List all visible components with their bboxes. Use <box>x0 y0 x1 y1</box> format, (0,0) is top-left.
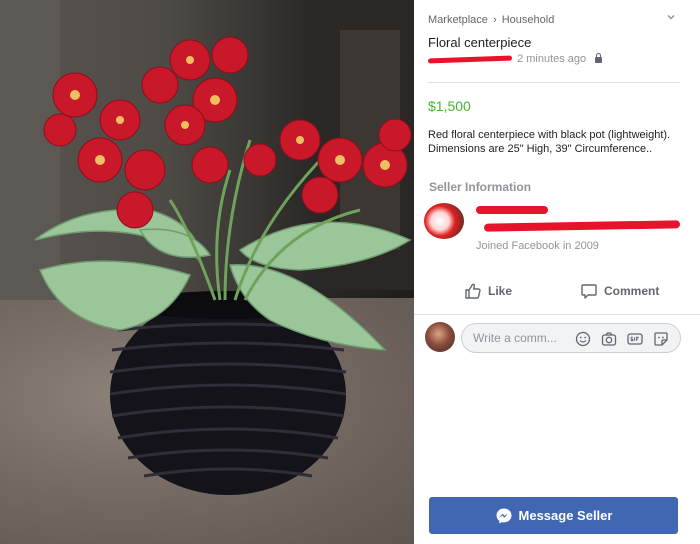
comment-label: Comment <box>604 284 660 298</box>
centerpiece-illustration <box>0 0 414 495</box>
seller-detail-redaction <box>483 220 681 232</box>
comment-input[interactable] <box>473 331 568 345</box>
posted-time: 2 minutes ago <box>517 53 587 65</box>
action-bar: Like Comment <box>414 282 700 308</box>
message-seller-button[interactable]: Message Seller <box>429 497 678 534</box>
seller-heading: Seller Information <box>429 180 532 194</box>
breadcrumb-marketplace[interactable]: Marketplace <box>428 14 488 26</box>
lock-icon <box>595 53 603 63</box>
like-icon <box>465 283 481 299</box>
listing-price: $1,500 <box>428 98 471 114</box>
messenger-icon <box>496 508 512 523</box>
comment-button[interactable]: Comment <box>580 282 659 300</box>
like-label: Like <box>488 284 513 298</box>
seller-joined: Joined Facebook in 2009 <box>476 240 599 252</box>
listing-meta: 2 minutes ago <box>427 53 603 65</box>
comment-composer <box>414 320 700 356</box>
seller-name-redaction <box>476 206 548 214</box>
breadcrumb-household[interactable]: Household <box>502 14 555 26</box>
like-button[interactable]: Like <box>464 282 512 300</box>
breadcrumb: Marketplace › Household <box>428 14 554 26</box>
user-avatar[interactable] <box>425 322 455 352</box>
gif-icon[interactable] <box>627 331 643 347</box>
message-seller-label: Message Seller <box>518 508 613 523</box>
divider <box>414 314 700 315</box>
redaction-mark <box>427 55 513 64</box>
sticker-icon[interactable] <box>653 331 669 347</box>
listing-details-panel: Marketplace › Household Floral centerpie… <box>414 0 700 544</box>
comment-box[interactable] <box>461 323 681 353</box>
camera-icon[interactable] <box>601 331 617 347</box>
listing-title: Floral centerpiece <box>428 35 532 50</box>
divider <box>428 82 680 83</box>
listing-description: Red floral centerpiece with black pot (l… <box>428 129 671 155</box>
chevron-down-icon[interactable] <box>666 12 678 24</box>
emoji-icon[interactable] <box>575 331 591 347</box>
seller-avatar[interactable] <box>424 203 464 239</box>
comment-icon <box>581 284 597 299</box>
listing-photo[interactable] <box>0 0 414 544</box>
breadcrumb-separator: › <box>492 14 497 26</box>
